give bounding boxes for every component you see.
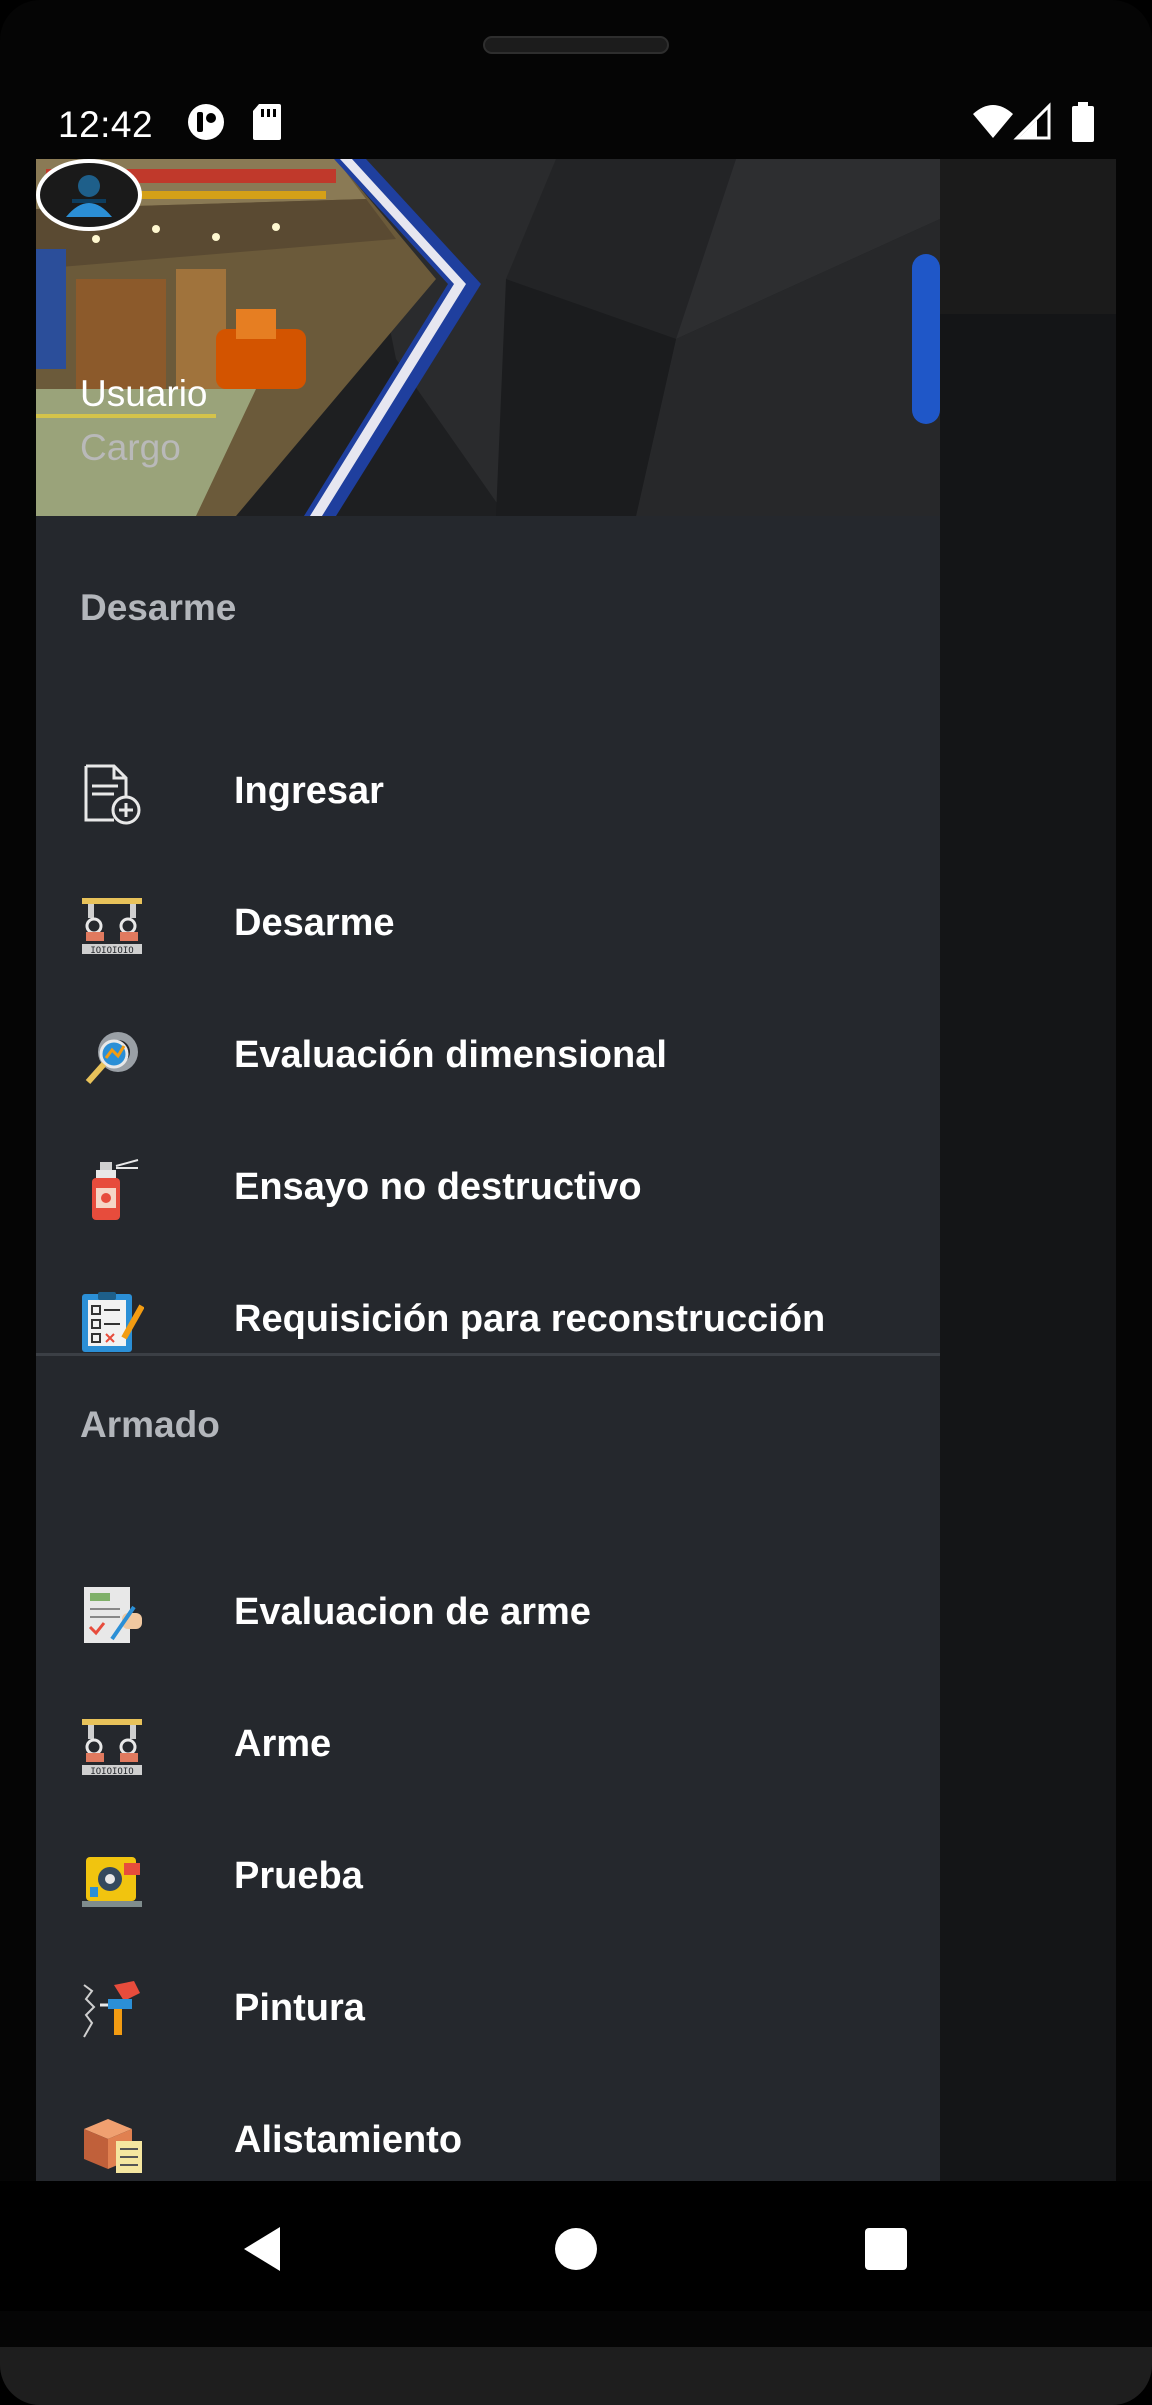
speaker-grille — [483, 36, 669, 54]
status-bar: 12:42 — [36, 98, 1116, 154]
device-frame: 12:42 Usuario Cargo Desarme Ingresar IOI… — [0, 0, 1152, 2405]
sd-card-icon — [253, 104, 281, 140]
machine-assembly-icon: IOIOIOIO — [82, 1719, 142, 1777]
menu-item-label: Desarme — [234, 902, 395, 944]
menu-item-requisicion[interactable]: Requisición para reconstrucción — [36, 1256, 940, 1388]
menu-item-desarme[interactable]: IOIOIOIO Desarme — [36, 860, 940, 992]
menu-item-evaluacion-de-arme[interactable]: Evaluacion de arme — [36, 1549, 940, 1681]
menu-item-ingresar[interactable]: Ingresar — [36, 728, 940, 860]
battery-icon — [1072, 102, 1094, 142]
paint-gun-icon — [83, 1981, 140, 2038]
box-checklist-icon — [84, 2119, 142, 2173]
cell-signal-icon — [1013, 102, 1051, 140]
menu-item-label: Arme — [234, 1723, 332, 1765]
menu-item-label: Ingresar — [234, 770, 384, 812]
home-icon[interactable] — [546, 2219, 606, 2279]
gear-magnifier-icon — [85, 1032, 138, 1084]
spray-can-icon — [92, 1159, 139, 1220]
menu-item-label: Requisición para reconstrucción — [234, 1298, 826, 1340]
menu-item-label: Alistamiento — [234, 2119, 463, 2161]
menu-item-prueba[interactable]: Prueba — [36, 1813, 940, 1945]
system-navigation-bar — [0, 2181, 1152, 2311]
menu-item-label: Prueba — [234, 1855, 363, 1897]
svg-text:IOIOIOIO: IOIOIOIO — [90, 946, 133, 956]
scrim-toolbar[interactable] — [940, 159, 1116, 314]
menu-item-alistamiento[interactable]: Alistamiento — [36, 2077, 940, 2181]
device-bottom-bezel — [0, 2347, 1152, 2405]
menu-item-label: Evaluación dimensional — [234, 1034, 667, 1076]
menu-item-label: Evaluacion de arme — [234, 1591, 591, 1633]
navigation-drawer: Usuario Cargo Desarme Ingresar IOIOIOIO … — [36, 159, 940, 2181]
avatar[interactable] — [36, 159, 142, 231]
clipboard-checklist-icon — [82, 1292, 144, 1352]
back-icon[interactable] — [232, 2219, 292, 2279]
menu-item-label: Pintura — [234, 1987, 365, 2029]
menu-item-label: Ensayo no destructivo — [234, 1166, 642, 1208]
status-time: 12:42 — [58, 104, 154, 145]
menu-item-evaluacion-dimensional[interactable]: Evaluación dimensional — [36, 992, 940, 1124]
menu-item-ensayo-no-destructivo[interactable]: Ensayo no destructivo — [36, 1124, 940, 1256]
menu-item-arme[interactable]: IOIOIOIO Arme — [36, 1681, 940, 1813]
menu-item-pintura[interactable]: Pintura — [36, 1945, 940, 2077]
test-machine-icon — [82, 1857, 142, 1907]
section-title-armado: Armado — [80, 1404, 220, 1445]
wifi-icon — [973, 105, 1013, 138]
app-screen: Usuario Cargo Desarme Ingresar IOIOIOIO … — [36, 159, 1116, 2181]
svg-text:IOIOIOIO: IOIOIOIO — [90, 1767, 133, 1777]
file-add-icon — [84, 764, 141, 825]
app-notification-icon — [188, 104, 224, 140]
user-name: Usuario — [80, 373, 208, 414]
recents-icon[interactable] — [856, 2219, 916, 2279]
drawer-header: Usuario Cargo — [36, 159, 940, 516]
machine-disassembly-icon: IOIOIOIO — [82, 898, 142, 956]
section-title-desarme: Desarme — [80, 587, 237, 628]
section-divider — [36, 1353, 940, 1356]
document-pencil-icon — [84, 1587, 142, 1643]
user-role: Cargo — [80, 427, 181, 468]
